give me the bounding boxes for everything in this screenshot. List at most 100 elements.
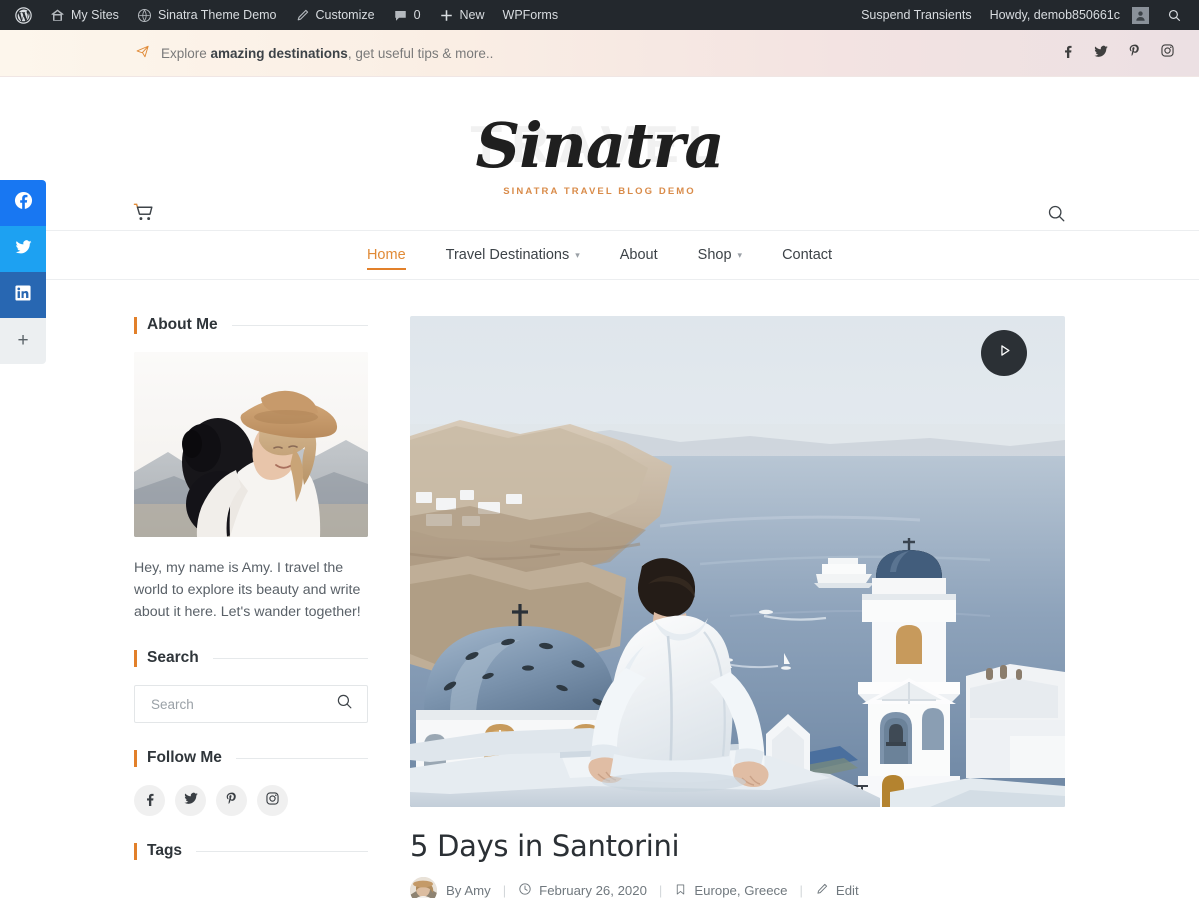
admin-bar-new-label: New (459, 8, 485, 22)
linkedin-icon (14, 284, 32, 307)
cart-button[interactable] (133, 202, 154, 228)
facebook-icon (14, 191, 33, 215)
suspend-transients-label: Suspend Transients (861, 8, 972, 22)
site-logo-text: Sinatra (475, 108, 724, 182)
post-featured-image[interactable] (410, 316, 1065, 807)
admin-bar-customize-label: Customize (315, 8, 375, 22)
follow-social-links (134, 785, 368, 816)
post-meta: By Amy | February 26, 2020 | Europe, Gre… (410, 877, 1065, 898)
widget-tags: Tags (134, 842, 368, 860)
post-edit-link[interactable]: Edit (815, 882, 859, 898)
meta-separator: | (799, 883, 803, 898)
pinterest-icon (224, 791, 239, 811)
nav-item-shop-label: Shop (697, 247, 732, 263)
main-content: 5 Days in Santorini By Amy | February 26… (410, 316, 1065, 898)
admin-bar-wpforms-label: WPForms (502, 8, 559, 22)
share-linkedin-button[interactable] (0, 272, 46, 318)
site-tagline: SINATRA TRAVEL BLOG DEMO (503, 185, 696, 197)
nav-item-home-label: Home (366, 247, 406, 263)
nav-item-travel-destinations-label: Travel Destinations (445, 247, 570, 263)
admin-bar-customize[interactable]: Customize (286, 0, 384, 30)
clock-icon (518, 882, 532, 898)
about-me-text: Hey, my name is Amy. I travel the world … (134, 560, 361, 620)
post-categories[interactable]: Europe, Greece (674, 883, 787, 898)
admin-bar-new[interactable]: New (430, 0, 494, 30)
post-article: 5 Days in Santorini By Amy | February 26… (410, 316, 1065, 898)
wp-admin-bar: My Sites Sinatra Theme Demo Customize 0 … (0, 0, 1199, 30)
paper-plane-icon (135, 44, 150, 62)
follow-twitter-link[interactable] (175, 785, 206, 816)
nav-item-shop[interactable]: Shop ▾ (678, 231, 762, 280)
video-play-button[interactable] (981, 330, 1027, 376)
admin-bar-left: My Sites Sinatra Theme Demo Customize 0 … (0, 0, 567, 30)
facebook-icon (142, 791, 157, 811)
wordpress-logo-button[interactable] (6, 0, 41, 30)
post-author[interactable]: By Amy (446, 883, 491, 898)
announcement-message: Explore amazing destinations, get useful… (135, 44, 493, 62)
admin-bar-my-sites-label: My Sites (71, 8, 119, 22)
topbar-facebook-link[interactable] (1060, 43, 1075, 63)
search-icon[interactable] (336, 693, 353, 715)
widget-follow-header: Follow Me (134, 749, 368, 767)
widget-about-header: About Me (134, 316, 368, 334)
my-sites-icon (50, 8, 65, 23)
announcement-text-bold: amazing destinations (210, 45, 348, 61)
nav-item-home[interactable]: Home (347, 231, 426, 280)
search-icon (1167, 8, 1182, 23)
nav-item-about[interactable]: About (600, 231, 678, 280)
play-icon (996, 342, 1013, 364)
admin-bar-account[interactable]: Howdy, demob850661c (981, 0, 1158, 30)
announcement-bar: Explore amazing destinations, get useful… (0, 30, 1199, 77)
follow-pinterest-link[interactable] (216, 785, 247, 816)
nav-item-travel-destinations[interactable]: Travel Destinations ▾ (426, 231, 600, 280)
search-input[interactable] (149, 695, 336, 713)
divider (196, 850, 368, 852)
header-search-button[interactable] (1047, 204, 1066, 228)
admin-bar-comments[interactable]: 0 (384, 0, 430, 30)
comments-icon (393, 8, 408, 23)
primary-navigation: Home Travel Destinations ▾ About Shop ▾ … (0, 230, 1199, 280)
topbar-pinterest-link[interactable] (1127, 43, 1142, 63)
pencil-icon (815, 882, 829, 898)
meta-separator: | (502, 883, 507, 898)
share-twitter-button[interactable] (0, 226, 46, 272)
widget-tags-title: Tags (147, 842, 183, 859)
cart-icon (133, 203, 154, 227)
follow-instagram-link[interactable] (257, 785, 288, 816)
search-icon (1047, 205, 1066, 227)
admin-bar-site-name[interactable]: Sinatra Theme Demo (128, 0, 286, 30)
chevron-down-icon: ▾ (575, 249, 580, 260)
twitter-icon (1093, 43, 1109, 64)
admin-bar-wpforms[interactable]: WPForms (494, 0, 568, 30)
share-more-button[interactable]: + (0, 318, 46, 364)
widget-follow-me: Follow Me (134, 749, 368, 816)
facebook-icon (1060, 43, 1075, 63)
howdy-label: Howdy, demob850661c (989, 8, 1120, 22)
site-header: TRAVEL Sinatra SINATRA TRAVEL BLOG DEMO (0, 77, 1199, 230)
widget-search: Search (134, 649, 368, 723)
nav-item-contact-label: Contact (782, 247, 833, 263)
topbar-social-links (1060, 43, 1175, 64)
widget-search-header: Search (134, 649, 368, 667)
divider (231, 324, 368, 326)
topbar-instagram-link[interactable] (1160, 43, 1175, 63)
admin-bar-my-sites[interactable]: My Sites (41, 0, 128, 30)
admin-bar-search-button[interactable] (1158, 0, 1191, 30)
post-date[interactable]: February 26, 2020 (518, 882, 647, 898)
topbar-twitter-link[interactable] (1093, 43, 1109, 64)
nav-item-contact[interactable]: Contact (762, 231, 852, 280)
post-title[interactable]: 5 Days in Santorini (410, 829, 1065, 863)
instagram-icon (1160, 43, 1175, 63)
meta-separator: | (658, 883, 663, 898)
admin-bar-right: Suspend Transients Howdy, demob850661c (852, 0, 1199, 30)
admin-bar-comments-count: 0 (413, 8, 421, 22)
sidebar-search-box[interactable] (134, 685, 368, 723)
widget-tags-header: Tags (134, 842, 368, 860)
share-facebook-button[interactable] (0, 180, 46, 226)
divider (235, 757, 368, 759)
site-branding[interactable]: TRAVEL Sinatra SINATRA TRAVEL BLOG DEMO (470, 108, 724, 197)
plus-icon (439, 8, 454, 23)
page-content: About Me Hey, my name is Amy. I travel t… (0, 280, 1199, 898)
follow-facebook-link[interactable] (134, 785, 165, 816)
admin-bar-suspend-transients[interactable]: Suspend Transients (852, 0, 981, 30)
